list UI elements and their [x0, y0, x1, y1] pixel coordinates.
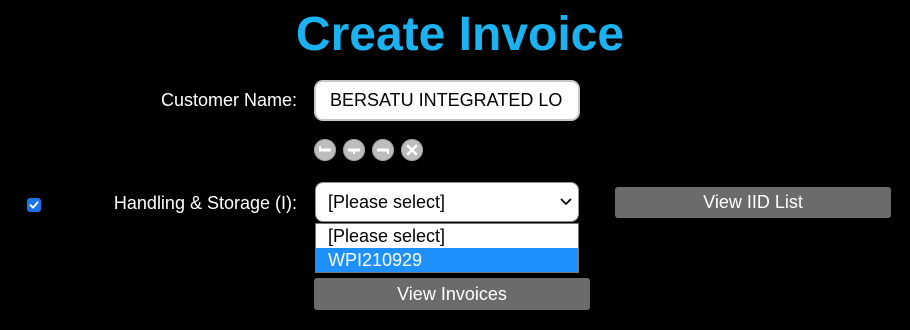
customer-name-input[interactable]	[314, 80, 580, 121]
customer-action-icons	[314, 139, 423, 161]
minus-left-icon[interactable]	[314, 139, 336, 161]
handling-dropdown-list: [Please select] WPI210929	[315, 223, 579, 273]
chevron-down-icon	[560, 198, 572, 205]
minus-center-icon[interactable]	[343, 139, 365, 161]
minus-right-icon[interactable]	[372, 139, 394, 161]
dropdown-option[interactable]: [Please select]	[316, 224, 578, 248]
handling-storage-label: Handling & Storage (I):	[113, 193, 297, 213]
create-invoice-page: Create Invoice Customer Name: BERSATU IN…	[0, 0, 910, 330]
handling-select-value: [Please select]	[328, 192, 446, 212]
checkmark-icon	[29, 201, 39, 209]
customer-name-label: Customer Name:	[160, 90, 297, 110]
handling-select[interactable]: [Please select]	[315, 182, 579, 222]
close-icon[interactable]	[401, 139, 423, 161]
dropdown-option-highlighted[interactable]: WPI210929	[316, 248, 578, 272]
view-invoices-button[interactable]: View Invoices	[314, 278, 590, 310]
page-title: Create Invoice	[295, 8, 625, 61]
handling-checkbox[interactable]	[27, 198, 41, 212]
view-iid-list-button[interactable]: View IID List	[615, 187, 891, 218]
